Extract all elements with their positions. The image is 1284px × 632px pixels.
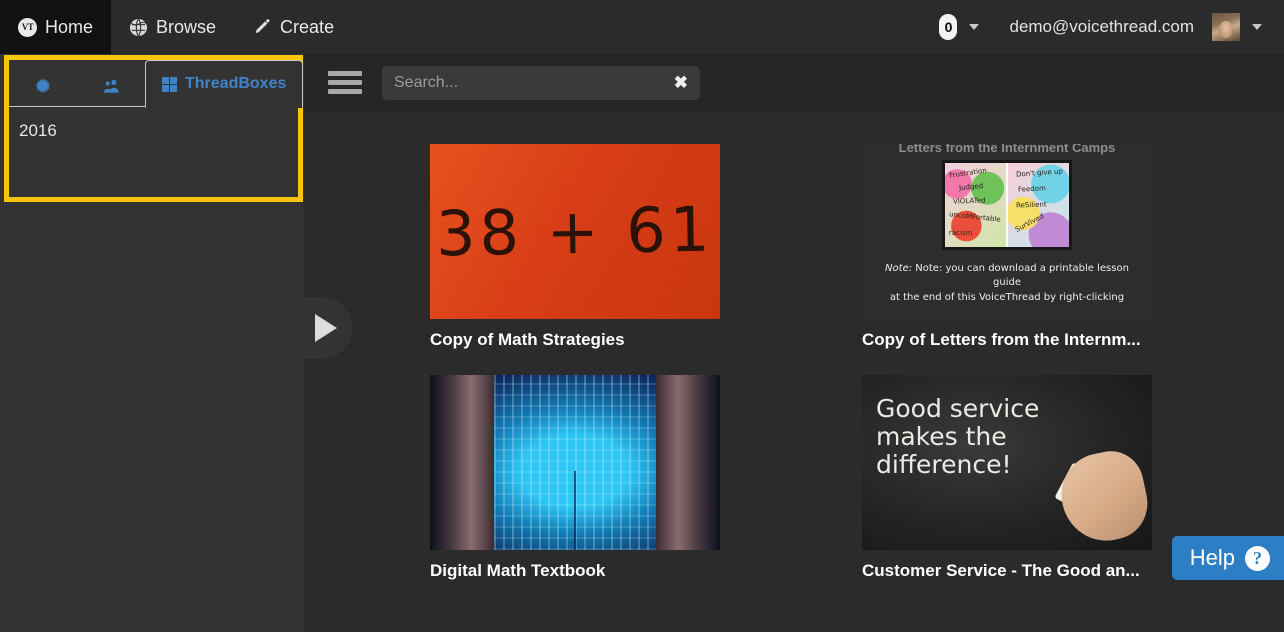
card-digital-math-textbook[interactable]: Digital Math Textbook: [430, 375, 720, 581]
question-mark-icon: ?: [1245, 545, 1270, 571]
top-navigation-bar: VT Home Browse Create 0 demo@voicethread…: [0, 0, 1284, 54]
avatar[interactable]: [1212, 13, 1240, 41]
nav-item-create-label: Create: [280, 16, 335, 37]
chalkboard-text: Good service makes the difference!: [876, 395, 1076, 479]
hamburger-menu-icon[interactable]: [328, 71, 362, 94]
artwork-right-half: Don't give up Feedom ReSilient SurVived: [1006, 163, 1069, 247]
voicethread-logo-icon: VT: [18, 17, 37, 37]
card-math-strategies[interactable]: 38 + 61 Copy of Math Strategies: [430, 144, 720, 350]
user-email-label: demo@voicethread.com: [1009, 17, 1194, 36]
watercolor-artwork: Frustration Judged VIOLATed uncoMFortable ra…: [942, 160, 1072, 250]
chalkboard-thumbnail-art: Good service makes the difference!: [862, 375, 1152, 550]
card-thumbnail: [430, 375, 720, 550]
artwork-left-half: Frustration Judged VIOLATed uncoMFortable ra…: [945, 163, 1006, 247]
slide-note-text: Note: Note: you can download a printable…: [872, 262, 1142, 306]
artwork-word: Frustration: [948, 166, 988, 180]
artwork-word: VIOLATed: [952, 196, 986, 206]
nav-item-create[interactable]: Create: [234, 0, 352, 54]
search-box: ✖: [382, 65, 700, 100]
card-customer-service[interactable]: Good service makes the difference! Custo…: [862, 375, 1152, 581]
play-triangle-icon: [315, 314, 337, 342]
artwork-word: Judged: [958, 181, 984, 193]
math-equation-text: 38 + 61: [435, 192, 715, 271]
search-toolbar: ✖: [304, 54, 1284, 111]
math-equation-thumbnail-art: 38 + 61: [430, 144, 720, 319]
artwork-word: uncoMFortable: [948, 210, 1001, 224]
threadbox-list: 2016: [9, 107, 298, 197]
artwork-words: Frustration Judged VIOLATed uncoMFortable ra…: [945, 163, 1006, 247]
card-title: Customer Service - The Good an...: [862, 561, 1140, 580]
slide-title-text: Letters from the Internment Camps: [898, 144, 1116, 155]
card-letters-internment[interactable]: Letters from the Internment Camps Frustr…: [862, 144, 1152, 350]
nav-item-browse-label: Browse: [156, 16, 217, 37]
threadboxes-highlight-box: ✺ ThreadBoxes 2016: [4, 55, 304, 202]
artwork-word: SurVived: [1013, 212, 1046, 234]
search-clear-button[interactable]: ✖: [670, 74, 700, 91]
account-chevron-down-icon[interactable]: [1252, 24, 1262, 30]
main-content-area: ✖ 38 + 61 Copy of Math Strategies Letter…: [304, 54, 1284, 632]
artwork-word: ReSilient: [1015, 200, 1047, 210]
globe-icon: [129, 18, 148, 37]
card-title: Digital Math Textbook: [430, 561, 606, 580]
artwork-word: Don't give up: [1015, 167, 1064, 179]
notifications-chevron-down-icon[interactable]: [969, 24, 980, 30]
threadbox-list-item-2016[interactable]: 2016: [19, 119, 288, 143]
chalk-line-2: makes the: [876, 422, 1007, 451]
artwork-word: racism: [948, 228, 973, 238]
sidebar-tab-new[interactable]: ✺: [9, 66, 77, 107]
book-fold-line: [574, 471, 576, 550]
voicethread-app: VT Home Browse Create 0 demo@voicethread…: [0, 0, 1284, 632]
card-thumbnail: 38 + 61: [430, 144, 720, 319]
note-line-1: Note: you can download a printable lesso…: [915, 262, 1129, 289]
chalk-line-1: Good service: [876, 394, 1040, 423]
sidebar-tab-threadboxes[interactable]: ThreadBoxes: [145, 60, 304, 108]
snowflake-icon: ✺: [35, 76, 51, 96]
people-icon: [103, 78, 120, 94]
top-nav-account-area: 0 demo@voicethread.com: [939, 0, 1284, 54]
card-title: Copy of Letters from the Internm...: [862, 330, 1141, 349]
help-button[interactable]: Help ?: [1171, 536, 1284, 580]
card-thumbnail: Good service makes the difference!: [862, 375, 1152, 550]
notification-count-badge[interactable]: 0: [939, 14, 958, 40]
note-label: Note:: [885, 262, 913, 274]
note-line-2: at the end of this VoiceThread by right-…: [889, 291, 1125, 303]
blue-circuit-book-thumbnail-art: [430, 375, 720, 550]
chalk-line-3: difference!: [876, 450, 1012, 479]
sidebar-tabstrip: ✺ ThreadBoxes: [9, 60, 304, 108]
pencil-icon: [252, 17, 272, 37]
grid-squares-icon: [162, 76, 177, 92]
artwork-word: Feedom: [1017, 184, 1047, 194]
nav-item-home-label: Home: [45, 16, 94, 37]
artwork-words: Don't give up Feedom ReSilient SurVived: [1008, 163, 1069, 247]
nav-item-browse[interactable]: Browse: [111, 0, 234, 54]
search-input[interactable]: [382, 73, 670, 92]
card-title: Copy of Math Strategies: [430, 330, 625, 349]
top-nav-links: VT Home Browse Create: [0, 0, 352, 54]
card-thumbnail: Letters from the Internment Camps Frustr…: [862, 144, 1152, 319]
sidebar-tab-threadboxes-label: ThreadBoxes: [185, 75, 287, 92]
sidebar-tab-groups[interactable]: [77, 66, 145, 107]
threadbox-card-grid: 38 + 61 Copy of Math Strategies Letters …: [304, 111, 1284, 632]
help-button-label: Help: [1189, 545, 1235, 570]
letters-slide-thumbnail-art: Letters from the Internment Camps Frustr…: [862, 144, 1152, 319]
nav-item-home[interactable]: VT Home: [0, 0, 112, 54]
